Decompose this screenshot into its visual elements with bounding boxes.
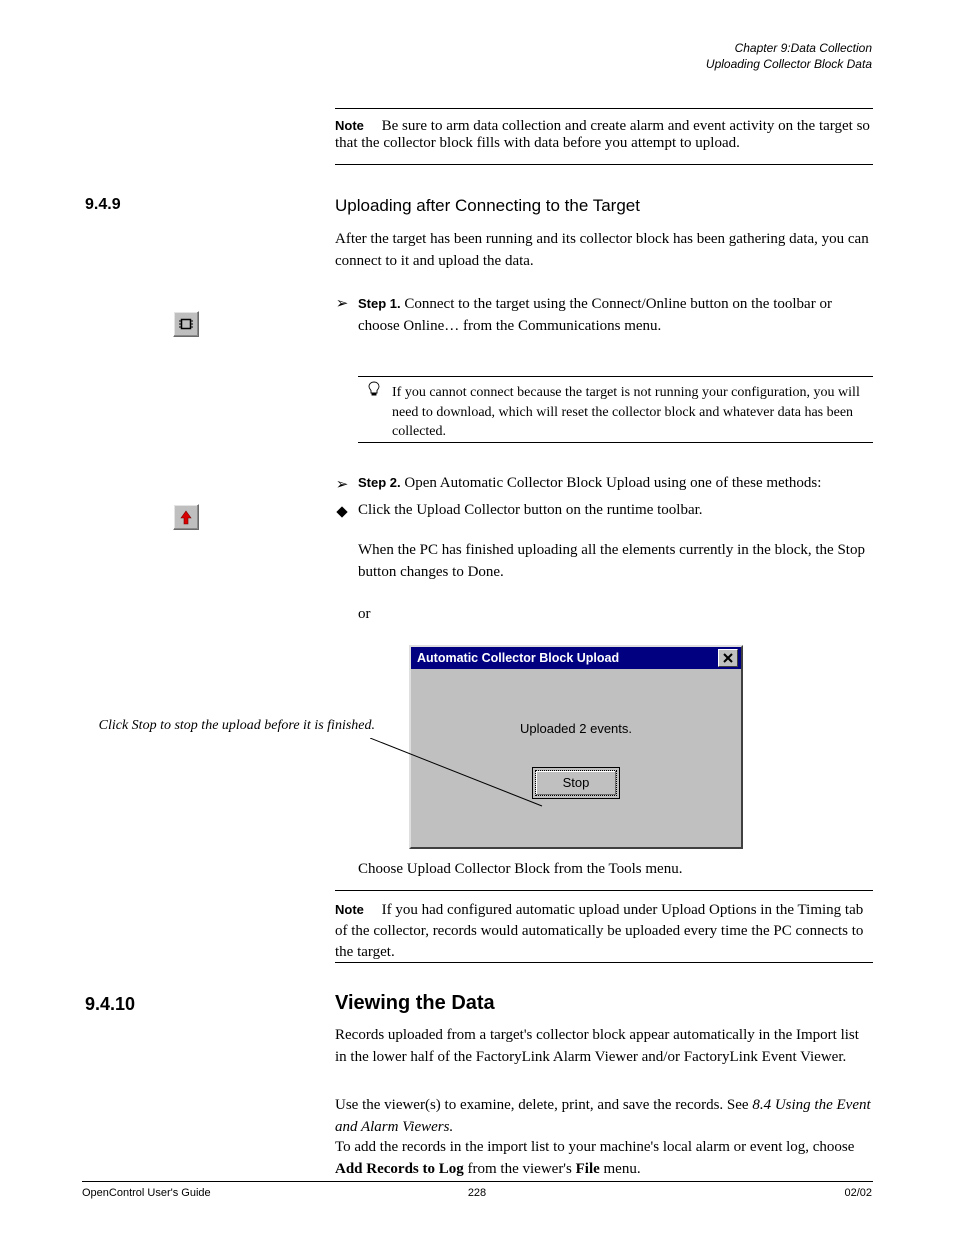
dialog-title: Automatic Collector Block Upload [417,651,619,665]
leader-para: When the PC has finished uploading all t… [358,540,873,584]
page-header: Chapter 9:Data Collection Uploading Coll… [706,40,872,72]
rule [358,376,873,377]
p3d: File [576,1161,600,1177]
chip-icon [178,316,194,332]
section-number: 9.4.9 [85,196,121,214]
connect-online-icon [173,311,199,337]
diamond-bullet [338,506,352,523]
view-para3: To add the records in the import list to… [335,1137,873,1181]
p3e: menu. [600,1161,641,1177]
p2a: Use the viewer(s) to examine, delete, pr… [335,1097,752,1113]
note-label: Note [335,902,364,917]
note-text: If you had configured automatic upload u… [335,902,863,960]
rule [335,164,873,165]
footer-right: 02/02 [844,1187,872,1199]
view-para2: Use the viewer(s) to examine, delete, pr… [335,1095,873,1139]
step2: Step 2. Open Automatic Collector Block U… [358,475,873,492]
section-number: 9.4.10 [85,994,135,1015]
bulb-text: If you cannot connect because the target… [392,383,873,442]
step1: Step 1. Connect to the target using the … [358,294,873,338]
header-chapter: Chapter 9:Data Collection [706,40,872,56]
step1-text: Connect to the target using the Connect/… [358,296,832,334]
close-button[interactable] [718,649,738,667]
dialog-titlebar: Automatic Collector Block Upload [411,647,741,669]
p3a: To add the records in the import list to… [335,1139,854,1155]
header-section: Uploading Collector Block Data [706,56,872,72]
note-text: Be sure to arm data collection and creat… [335,118,870,151]
p3c: from the viewer's [464,1161,576,1177]
step-bullet: ➢ [335,294,349,313]
section-title: Uploading after Connecting to the Target [335,196,873,216]
p3b: Add Records to Log [335,1161,464,1177]
step-bullet: ➢ [335,475,349,494]
note-label: Note [335,118,364,133]
view-para1: Records uploaded from a target's collect… [335,1025,873,1069]
footer-rule [82,1181,873,1182]
or-text: or [358,606,371,623]
close-icon [723,653,733,663]
dialog-message: Uploaded 2 events. [520,721,632,736]
page: { "header": { "line1": "Chapter 9:Data C… [0,0,954,1235]
rule [335,890,873,891]
note-block: Note Be sure to arm data collection and … [335,118,873,152]
callout-connector [370,738,550,818]
upload-collector-icon [173,504,199,530]
method1: Click the Upload Collector button on the… [358,502,873,519]
stop-button-label: Stop [563,775,590,790]
footer-page-number: 228 [0,1187,954,1199]
up-arrow-icon [179,509,193,525]
step2-text: Open Automatic Collector Block Upload us… [404,475,821,491]
section-title: Viewing the Data [335,992,873,1015]
bulb-icon [368,381,380,402]
callout-text: Click Stop to stop the upload before it … [85,717,375,736]
choose-line: Choose Upload Collector Block from the T… [358,861,873,878]
intro-para: After the target has been running and it… [335,229,873,273]
step-lead: Step 1. [358,296,401,311]
rule [335,962,873,963]
rule [358,442,873,443]
rule [335,108,873,109]
step-lead: Step 2. [358,475,401,490]
note-block-2: Note If you had configured automatic upl… [335,900,873,963]
